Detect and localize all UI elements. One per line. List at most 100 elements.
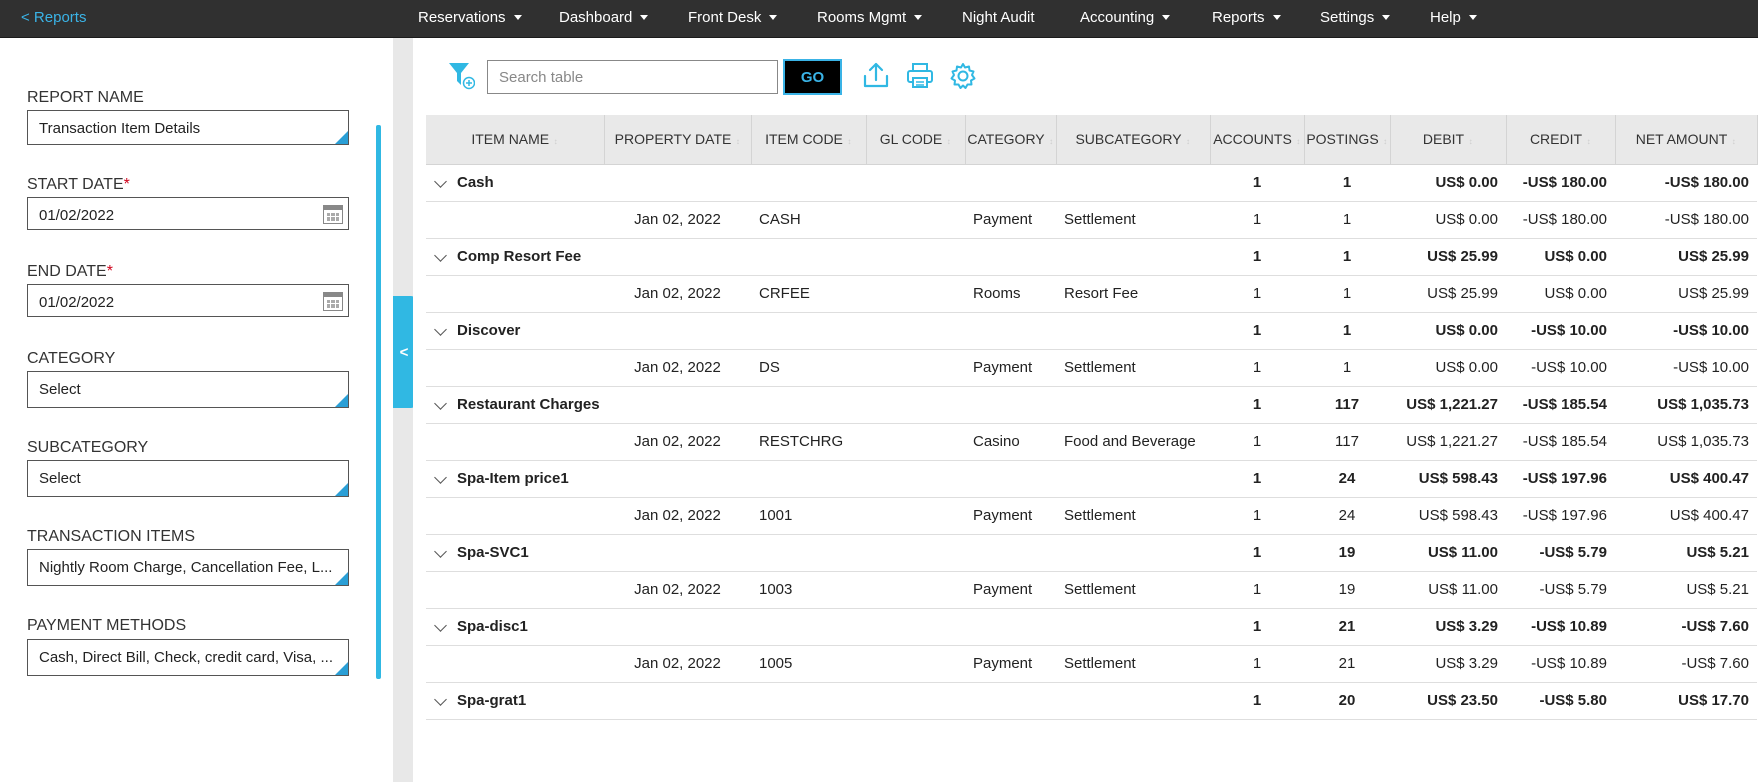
sort-icon[interactable]: ↕ xyxy=(946,137,951,146)
detail-row[interactable]: Jan 02, 2022 1003 Payment Settlement 1 19 US$ … xyxy=(426,571,1757,609)
group-name: Spa-disc1 xyxy=(457,618,528,635)
chevron-down-icon[interactable] xyxy=(434,470,447,484)
group-row[interactable]: Comp Resort Fee 1 1 US$ 25.99 US$ 0.00 US$ 25… xyxy=(426,238,1757,276)
end-date-field[interactable]: 01/02/2022 xyxy=(27,284,349,317)
sort-icon[interactable]: ↕ xyxy=(1049,137,1054,146)
nav-item-accounting[interactable]: Accounting xyxy=(1080,9,1171,26)
detail-row[interactable]: Jan 02, 2022 RESTCHRG Casino Food and Bever… xyxy=(426,423,1757,461)
column-header-postings[interactable]: POSTINGS ↕ xyxy=(1304,115,1391,165)
postings-cell: 1 xyxy=(1304,238,1390,276)
chevron-down-icon xyxy=(1162,14,1171,20)
nav-item-help[interactable]: Help xyxy=(1430,9,1477,26)
sort-icon[interactable]: ↕ xyxy=(1296,137,1301,146)
sort-icon[interactable]: ↕ xyxy=(1383,137,1388,146)
detail-row[interactable]: Jan 02, 2022 CRFEE Rooms Resort Fee 1 1 US$ 25… xyxy=(426,275,1757,313)
property-date-cell: Jan 02, 2022 xyxy=(604,423,751,461)
subcategory-cell xyxy=(1056,682,1210,720)
settings-gear-icon[interactable] xyxy=(948,60,978,92)
transaction-items-value: Nightly Room Charge, Cancellation Fee, L… xyxy=(39,559,333,576)
accounts-cell: 1 xyxy=(1210,608,1304,646)
nav-item-rooms-mgmt[interactable]: Rooms Mgmt xyxy=(817,9,923,26)
column-header-accounts[interactable]: ACCOUNTS ↕ xyxy=(1210,115,1305,165)
nav-item-label: Front Desk xyxy=(688,9,762,26)
detail-row[interactable]: Jan 02, 2022 1001 Payment Settlement 1 24 US$ … xyxy=(426,497,1757,535)
debit-cell: US$ 598.43 xyxy=(1390,460,1506,498)
back-to-reports-link[interactable]: < Reports xyxy=(21,9,86,26)
column-header-debit[interactable]: DEBIT ↕ xyxy=(1390,115,1507,165)
accounts-cell: 1 xyxy=(1210,682,1304,720)
subcategory-cell xyxy=(1056,386,1210,424)
column-header-label: NET AMOUNT xyxy=(1635,131,1728,148)
sort-icon[interactable]: ↕ xyxy=(847,137,852,146)
report-name-field[interactable]: Transaction Item Details xyxy=(27,110,349,145)
sidebar-scrollbar[interactable] xyxy=(376,125,381,679)
nav-item-front-desk[interactable]: Front Desk xyxy=(688,9,778,26)
nav-item-reports[interactable]: Reports xyxy=(1212,9,1281,26)
column-header-subcategory[interactable]: SUBCATEGORY ↕ xyxy=(1056,115,1211,165)
search-input[interactable] xyxy=(487,60,778,94)
chevron-down-icon[interactable] xyxy=(434,544,447,558)
property-date-cell xyxy=(604,682,751,720)
print-icon[interactable] xyxy=(905,60,935,92)
go-button[interactable]: GO xyxy=(783,59,842,95)
group-row[interactable]: Cash 1 1 US$ 0.00 -US$ 180.00 -US$ 180.00 xyxy=(426,164,1757,202)
column-header-property-date[interactable]: PROPERTY DATE ↕ xyxy=(604,115,752,165)
chevron-down-icon[interactable] xyxy=(434,618,447,632)
detail-row[interactable]: Jan 02, 2022 1005 Payment Settlement 1 21 US$ … xyxy=(426,645,1757,683)
payment-methods-select[interactable]: Cash, Direct Bill, Check, credit card, V… xyxy=(27,639,349,676)
column-header-gl-code[interactable]: GL CODE ↕ xyxy=(866,115,966,165)
postings-cell: 21 xyxy=(1304,608,1390,646)
group-row[interactable]: Spa-grat1 1 20 US$ 23.50 -US$ 5.80 US$ 17.70 xyxy=(426,682,1757,720)
detail-row[interactable]: Jan 02, 2022 CASH Payment Settlement 1 1 US$ 0… xyxy=(426,201,1757,239)
group-row[interactable]: Spa-SVC1 1 19 US$ 11.00 -US$ 5.79 US$ 5.21 xyxy=(426,534,1757,572)
nav-item-night-audit[interactable]: Night Audit xyxy=(962,9,1035,26)
detail-row[interactable]: Jan 02, 2022 DS Payment Settlement 1 1 US$ 0.0… xyxy=(426,349,1757,387)
sort-icon[interactable]: ↕ xyxy=(1186,137,1191,146)
column-header-item-code[interactable]: ITEM CODE ↕ xyxy=(751,115,867,165)
chevron-down-icon[interactable] xyxy=(434,692,447,706)
nav-item-reservations[interactable]: Reservations xyxy=(418,9,522,26)
item-code-cell: DS xyxy=(751,349,866,387)
group-row[interactable]: Spa-Item price1 1 24 US$ 598.43 -US$ 197.96 U… xyxy=(426,460,1757,498)
group-row[interactable]: Spa-disc1 1 21 US$ 3.29 -US$ 10.89 -US$ 7.60 xyxy=(426,608,1757,646)
subcategory-cell xyxy=(1056,238,1210,276)
column-header-net-amount[interactable]: NET AMOUNT ↕ xyxy=(1615,115,1758,165)
sort-icon[interactable]: ↕ xyxy=(1586,137,1591,146)
export-upload-icon[interactable] xyxy=(861,60,891,92)
credit-cell: -US$ 10.89 xyxy=(1506,645,1615,683)
group-row[interactable]: Restaurant Charges 1 117 US$ 1,221.27 -US$ 1… xyxy=(426,386,1757,424)
column-header-item-name[interactable]: ITEM NAME ↕ xyxy=(426,115,605,165)
transaction-items-select[interactable]: Nightly Room Charge, Cancellation Fee, L… xyxy=(27,549,349,586)
group-row[interactable]: Discover 1 1 US$ 0.00 -US$ 10.00 -US$ 10.00 xyxy=(426,312,1757,350)
collapse-sidebar-button[interactable]: < xyxy=(393,296,415,408)
start-date-field[interactable]: 01/02/2022 xyxy=(27,197,349,230)
sort-icon[interactable]: ↕ xyxy=(1468,137,1473,146)
subcategory-select[interactable]: Select xyxy=(27,460,349,497)
calendar-icon[interactable] xyxy=(323,205,343,224)
nav-item-settings[interactable]: Settings xyxy=(1320,9,1391,26)
chevron-down-icon xyxy=(513,14,522,20)
column-header-credit[interactable]: CREDIT ↕ xyxy=(1506,115,1616,165)
gl-code-cell xyxy=(866,238,965,276)
debit-cell: US$ 3.29 xyxy=(1390,608,1506,646)
debit-cell: US$ 0.00 xyxy=(1390,164,1506,202)
chevron-down-icon[interactable] xyxy=(434,396,447,410)
sort-icon[interactable]: ↕ xyxy=(553,137,558,146)
chevron-down-icon[interactable] xyxy=(434,248,447,262)
debit-cell: US$ 598.43 xyxy=(1390,497,1506,535)
report-main-panel: GO ITEM NAME↕PROPERTY DATE↕ITEM CODE↕GL … xyxy=(413,38,1758,782)
calendar-icon[interactable] xyxy=(323,292,343,311)
filter-add-icon[interactable] xyxy=(447,59,475,91)
postings-cell: 1 xyxy=(1304,201,1390,239)
chevron-down-icon[interactable] xyxy=(434,174,447,188)
sort-icon[interactable]: ↕ xyxy=(1731,137,1736,146)
property-date-cell: Jan 02, 2022 xyxy=(604,201,751,239)
nav-item-dashboard[interactable]: Dashboard xyxy=(559,9,649,26)
chevron-down-icon[interactable] xyxy=(434,322,447,336)
column-header-category[interactable]: CATEGORY ↕ xyxy=(965,115,1057,165)
category-select[interactable]: Select xyxy=(27,371,349,408)
category-cell xyxy=(965,534,1056,572)
sort-icon[interactable]: ↕ xyxy=(735,137,740,146)
item-name-cell xyxy=(426,571,604,609)
property-date-cell xyxy=(604,164,751,202)
